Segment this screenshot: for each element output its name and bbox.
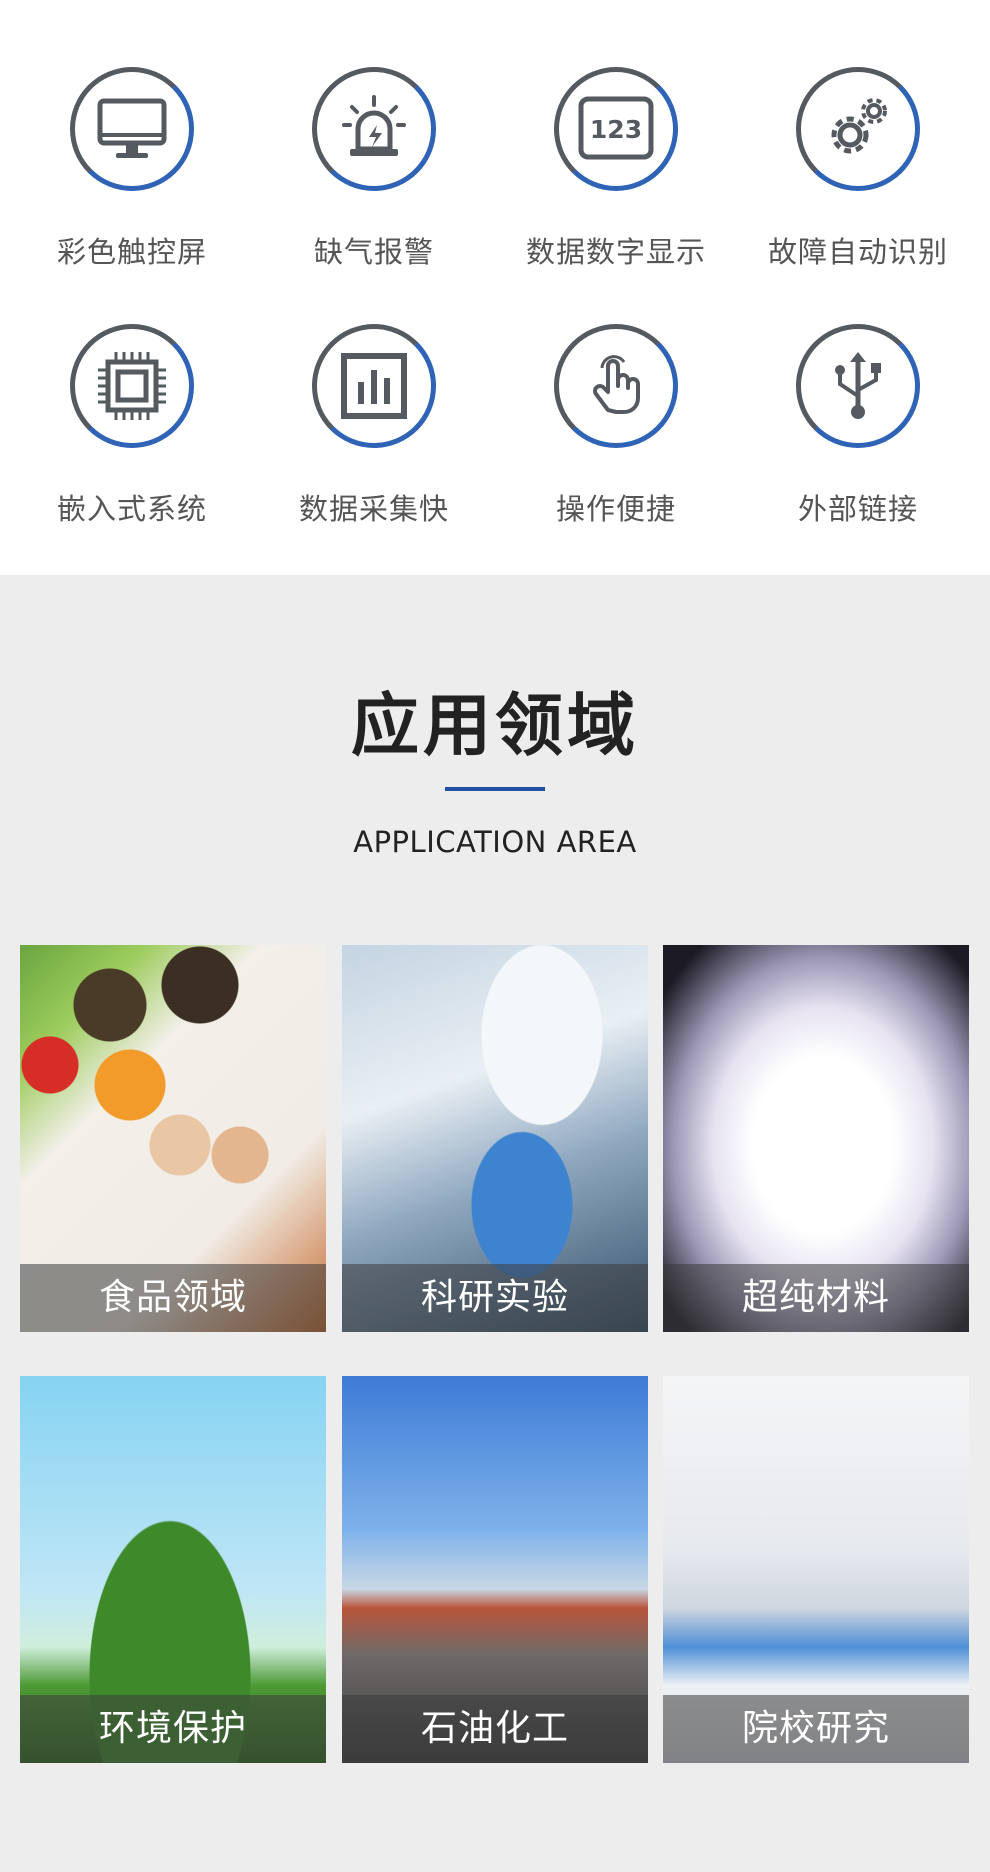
alarm-light-icon <box>312 67 436 191</box>
application-card-food[interactable]: 食品领域 <box>20 945 326 1332</box>
touch-hand-icon <box>554 324 678 448</box>
chip-icon <box>70 324 194 448</box>
feature-label: 数据数字显示 <box>525 235 706 269</box>
section-title: 应用领域 <box>350 687 639 766</box>
application-card-environmental[interactable]: 环境保护 <box>20 1376 326 1763</box>
section-subtitle: APPLICATION AREA <box>353 825 637 859</box>
feature-label: 故障自动识别 <box>767 235 948 269</box>
feature-label: 彩色触控屏 <box>56 235 207 269</box>
feature-label: 外部链接 <box>797 492 918 526</box>
feature-label: 数据采集快 <box>298 492 449 526</box>
bar-chart-icon <box>312 324 436 448</box>
feature-auto-fault-detect: 故障自动识别 <box>737 67 979 269</box>
application-label: 食品领域 <box>20 1264 326 1332</box>
usb-icon <box>796 324 920 448</box>
application-card-petrochemical[interactable]: 石油化工 <box>342 1376 648 1763</box>
application-card-academic-research[interactable]: 院校研究 <box>663 1376 969 1763</box>
feature-digital-display: 123 数据数字显示 <box>495 67 737 269</box>
feature-label: 嵌入式系统 <box>56 492 207 526</box>
feature-touchscreen: 彩色触控屏 <box>11 67 253 269</box>
feature-embedded-system: 嵌入式系统 <box>11 324 253 526</box>
monitor-icon <box>70 67 194 191</box>
digital-display-icon: 123 <box>554 67 678 191</box>
title-divider <box>445 787 545 791</box>
application-card-research[interactable]: 科研实验 <box>342 945 648 1332</box>
gears-icon <box>796 67 920 191</box>
feature-fast-data-collection: 数据采集快 <box>253 324 495 526</box>
application-label: 石油化工 <box>342 1695 648 1763</box>
feature-easy-operation: 操作便捷 <box>495 324 737 526</box>
application-label: 科研实验 <box>342 1264 648 1332</box>
feature-low-gas-alarm: 缺气报警 <box>253 67 495 269</box>
application-card-ultrapure-materials[interactable]: 超纯材料 <box>663 945 969 1332</box>
feature-label: 缺气报警 <box>313 235 434 269</box>
application-label: 院校研究 <box>663 1695 969 1763</box>
features-section: 彩色触控屏 缺气报警 123 数据数字显示 故障自动识别 嵌入式系统 数据采集快… <box>0 0 990 575</box>
display-digits: 123 <box>590 115 642 144</box>
application-label: 环境保护 <box>20 1695 326 1763</box>
feature-label: 操作便捷 <box>555 492 676 526</box>
application-label: 超纯材料 <box>663 1264 969 1332</box>
application-area-section: 应用领域 APPLICATION AREA 食品领域 科研实验 超纯材料 环境保… <box>0 575 990 1872</box>
feature-external-link: 外部链接 <box>737 324 979 526</box>
